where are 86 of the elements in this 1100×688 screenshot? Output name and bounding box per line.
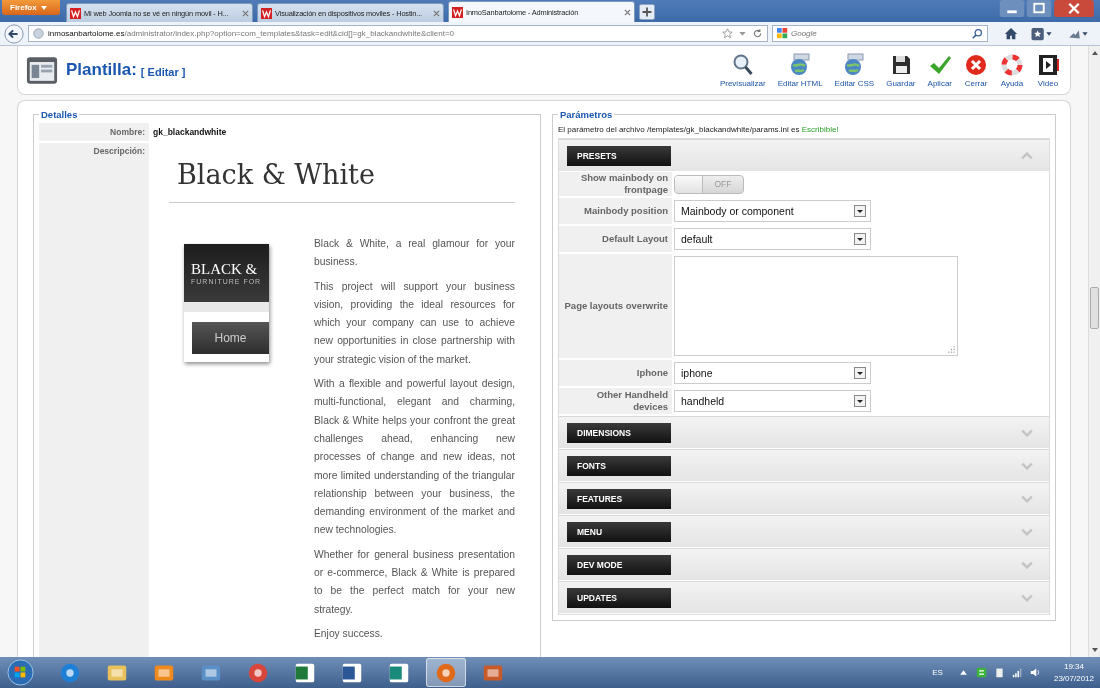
- toolbar-button[interactable]: Guardar: [884, 52, 918, 88]
- field-value: gk_blackandwhite: [152, 126, 228, 139]
- field-label: Iphone: [636, 367, 668, 379]
- start-button[interactable]: [6, 658, 35, 687]
- toolbar-button[interactable]: Previsualizar: [717, 52, 768, 88]
- scrollbar[interactable]: [1088, 46, 1100, 657]
- search-engine-icon[interactable]: [777, 28, 788, 39]
- tray-arrow-icon[interactable]: [957, 667, 969, 678]
- lifebuoy-icon: [1000, 52, 1024, 77]
- description-heading: Black & White: [177, 158, 376, 192]
- section-title[interactable]: MENU: [567, 521, 671, 542]
- close-icon[interactable]: [242, 9, 249, 17]
- page-title: Plantilla:: [66, 60, 137, 80]
- url-text: inmosanbartolome.es/administrator/index.php?option=com_templates&task=edit&cid[]=gk_blackandwhite&client=0: [48, 29, 454, 38]
- minimize-icon[interactable]: [999, 0, 1025, 17]
- address-bar[interactable]: inmosanbartolome.es/administrator/index.php?option=com_templates&task=edit&cid[]=gk_blackandwhite&client=0: [28, 25, 768, 42]
- site-icon: [452, 6, 463, 18]
- home-icon[interactable]: [1004, 26, 1018, 41]
- globe-document-icon: [842, 52, 867, 77]
- signal-icon[interactable]: [1011, 667, 1023, 678]
- section-header[interactable]: DEV MODE: [559, 548, 1049, 581]
- description-paragraph: With a flexible and powerful layout design, multi-functional, elegant and charming, Black & White helps your confront the great challenges ahead, enhancing new processes of change and new ideas, not more limited understanding of the triangular relationship between your business, the demanding environment of the market and new technologies.: [314, 377, 515, 538]
- dropdown[interactable]: handheld: [674, 390, 871, 412]
- dropdown[interactable]: iphone: [674, 362, 871, 384]
- description-paragraph: Whether for general business presentation or e-commerce, Black & White is prepared to be the perfect match for your new strategy.: [314, 547, 515, 617]
- section-title[interactable]: FEATURES: [567, 488, 671, 509]
- resize-grip-icon[interactable]: [948, 346, 955, 353]
- scroll-down-icon[interactable]: [1089, 646, 1100, 654]
- page-subtitle: [ Editar ]: [140, 65, 186, 78]
- new-tab-icon[interactable]: [639, 4, 655, 20]
- clock-time[interactable]: 19:34: [1063, 660, 1084, 673]
- field-label: Nombre:: [39, 123, 149, 141]
- section-header[interactable]: DIMENSIONS: [559, 416, 1049, 449]
- section-title[interactable]: UPDATES: [567, 587, 671, 608]
- section-header[interactable]: MENU: [559, 515, 1049, 548]
- description-paragraph: Enjoy success.: [314, 626, 384, 641]
- panel-legend: Parámetros: [558, 109, 615, 120]
- section-header[interactable]: FEATURES: [559, 482, 1049, 515]
- reload-icon[interactable]: [752, 28, 763, 39]
- description-paragraph: Black & White, a real glamour for your business.: [314, 237, 515, 270]
- thumbnail-title: BLACK &: [191, 261, 259, 278]
- template-icon: [26, 55, 58, 85]
- caret-icon: [40, 5, 47, 10]
- section-title[interactable]: PRESETS: [567, 145, 671, 166]
- toolbar-button[interactable]: Editar HTML: [775, 52, 825, 88]
- section-title[interactable]: FONTS: [567, 455, 671, 476]
- section-title[interactable]: DEV MODE: [567, 554, 671, 575]
- language-indicator[interactable]: ES: [932, 668, 943, 677]
- section-title[interactable]: DIMENSIONS: [567, 422, 671, 443]
- maximize-icon[interactable]: [1026, 0, 1052, 17]
- scroll-thumb[interactable]: [1090, 287, 1099, 329]
- dropdown[interactable]: Mainbody or component: [674, 200, 871, 222]
- back-icon[interactable]: [4, 23, 24, 44]
- field-label: Page layouts overwrite: [564, 300, 668, 312]
- speaker-icon[interactable]: [1029, 667, 1041, 678]
- description-paragraph: This project will support your business vision, providing the ideal resources for which your company can use to achieve new opportunities in close partnership with your strategic vision of the market.: [314, 279, 515, 367]
- toolbar-button[interactable]: Aplicar: [925, 52, 954, 88]
- close-icon[interactable]: [624, 8, 631, 16]
- section-header[interactable]: FONTS: [559, 449, 1049, 482]
- close-icon[interactable]: [433, 9, 440, 17]
- clock-date[interactable]: 23/07/2012: [1053, 672, 1094, 685]
- search-icon[interactable]: [972, 28, 983, 39]
- toolbar-button[interactable]: Editar CSS: [832, 52, 877, 88]
- scroll-up-icon[interactable]: [1089, 49, 1100, 57]
- toolbar-button[interactable]: Ayuda: [998, 52, 1026, 88]
- bookmarks-icon[interactable]: [1030, 26, 1054, 41]
- star-icon[interactable]: [722, 28, 733, 39]
- field-label: Default Layout: [602, 233, 668, 245]
- toolbar-button[interactable]: Cerrar: [962, 52, 990, 88]
- field-label: Descripción:: [92, 145, 146, 158]
- field-label: Show mainbody on frontpage: [579, 172, 668, 196]
- section-header[interactable]: UPDATES: [559, 581, 1049, 614]
- site-icon: [261, 7, 272, 19]
- section-header[interactable]: PRESETS: [559, 139, 1049, 172]
- globe-document-icon: [788, 52, 813, 77]
- close-icon[interactable]: [1053, 0, 1095, 17]
- close-icon: [964, 52, 988, 77]
- field-label: Other Handheld devices: [595, 389, 668, 413]
- site-icon: [70, 7, 81, 19]
- dropdown[interactable]: default: [674, 228, 871, 250]
- search-bar[interactable]: Google: [772, 25, 988, 42]
- field-label: Mainbody position: [584, 205, 668, 217]
- panel-legend: Detalles: [39, 109, 80, 120]
- toolbar-button[interactable]: Video: [1034, 52, 1062, 88]
- file-status-note: El parámetro del archivo /templates/gk_blackandwhite/params.ini es Escribible!: [558, 125, 840, 134]
- film-icon: [1036, 52, 1060, 77]
